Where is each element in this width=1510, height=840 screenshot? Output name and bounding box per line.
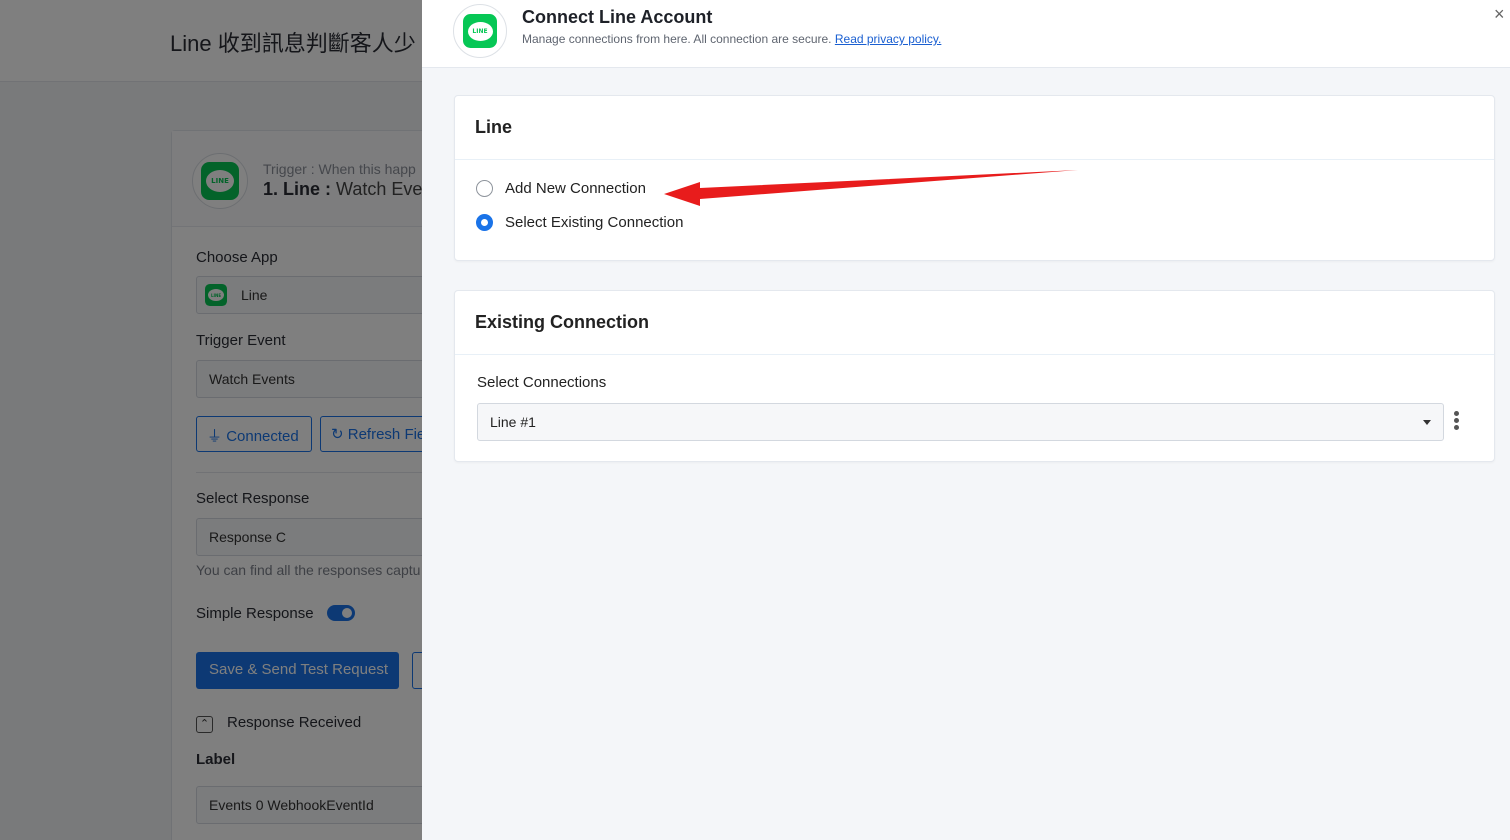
close-icon[interactable]: × bbox=[1494, 4, 1505, 25]
connect-account-drawer: LINE Connect Line Account Manage connect… bbox=[422, 0, 1510, 840]
drawer-title: Connect Line Account bbox=[522, 7, 713, 27]
connection-select[interactable]: Line #1 bbox=[477, 403, 1444, 441]
add-new-connection-option[interactable]: Add New Connection bbox=[476, 180, 646, 197]
line-logo-icon: LINE bbox=[463, 14, 497, 48]
line-connection-panel: Line Add New Connection Select Existing … bbox=[454, 95, 1495, 261]
select-existing-connection-label: Select Existing Connection bbox=[505, 214, 684, 231]
caret-down-icon bbox=[1423, 420, 1431, 425]
existing-connection-panel: Existing Connection Select Connections L… bbox=[454, 290, 1495, 462]
drawer-app-avatar: LINE bbox=[453, 4, 507, 58]
connection-select-value: Line #1 bbox=[490, 414, 536, 430]
add-new-connection-label: Add New Connection bbox=[505, 180, 646, 197]
existing-panel-heading: Existing Connection bbox=[455, 291, 1494, 355]
select-connections-label: Select Connections bbox=[477, 374, 607, 391]
select-existing-connection-option[interactable]: Select Existing Connection bbox=[476, 214, 683, 231]
drawer-subtitle: Manage connections from here. All connec… bbox=[522, 32, 942, 46]
add-new-connection-radio[interactable] bbox=[476, 180, 493, 197]
privacy-policy-link[interactable]: Read privacy policy. bbox=[835, 32, 942, 46]
kebab-menu-icon[interactable] bbox=[1453, 411, 1461, 433]
line-panel-heading: Line bbox=[455, 96, 1494, 160]
drawer-header: LINE Connect Line Account Manage connect… bbox=[422, 0, 1510, 68]
select-existing-connection-radio[interactable] bbox=[476, 214, 493, 231]
